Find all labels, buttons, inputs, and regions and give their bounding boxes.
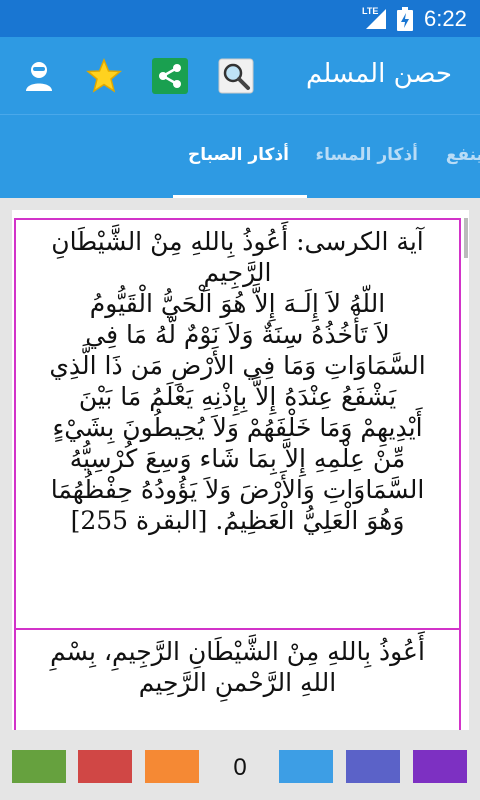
- share-icon: [152, 58, 188, 94]
- account-icon: [26, 62, 52, 91]
- star-icon: [86, 58, 122, 93]
- dhikr-line: أَعُوذُ بِاللهِ مِنْ الشَّيْطَانِ الرَّج…: [50, 637, 425, 666]
- dhikr-card[interactable]: آية الكرسى: أَعُوذُ بِاللهِ مِنْ الشَّيْ…: [14, 218, 461, 630]
- signal-icon: [366, 9, 386, 29]
- bottom-bar: 0: [0, 740, 480, 800]
- clock: 6:22: [424, 6, 467, 31]
- dhikr-line: مِّنْ عِلْمِهِ إِلاَّ بِمَا شَاء وَسِعَ …: [69, 444, 406, 473]
- dhikr-line: السَّمَاوَاتِ وَالأَرْضَ وَلاَ يَؤُودُهُ…: [50, 475, 425, 504]
- tab-morning-adhkar[interactable]: أذكار الصباح: [188, 145, 289, 165]
- dhikr-line: وَهُوَ الْعَلِيُّ الْعَظِيمُ. [البقرة 25…: [70, 506, 405, 535]
- tab-evening-adhkar[interactable]: أذكار المساء: [315, 145, 418, 165]
- search-button[interactable]: [217, 57, 255, 95]
- color-swatch-red[interactable]: [78, 750, 132, 783]
- dhikr-counter[interactable]: 0: [222, 754, 258, 782]
- share-button[interactable]: [151, 57, 189, 95]
- status-bar: LTE 6:22: [0, 0, 480, 37]
- color-swatch-green[interactable]: [12, 750, 66, 783]
- dhikr-line: اللّهُ لاَ إِلَـهَ إِلاَّ هُوَ الْحَيُّ …: [89, 289, 386, 318]
- search-icon: [218, 58, 254, 94]
- dhikr-line: السَّمَاوَاتِ وَمَا فِي الأَرْضِ مَن ذَا…: [49, 351, 426, 380]
- dhikr-line: آية الكرسى: أَعُوذُ بِاللهِ مِنْ الشَّيْ…: [51, 227, 424, 256]
- dhikr-line: اللهِ الرَّحْمنِ الرَّحِيم: [138, 668, 337, 697]
- adhkar-list[interactable]: آية الكرسى: أَعُوذُ بِاللهِ مِنْ الشَّيْ…: [12, 210, 469, 730]
- tab-more[interactable]: ينفع: [446, 145, 480, 165]
- dhikr-line: الرَّجِيمِ: [203, 258, 272, 287]
- color-swatch-orange[interactable]: [145, 750, 199, 783]
- dhikr-line: يَشْفَعُ عِنْدَهُ إِلاَّ بِإِذْنِهِ يَعْ…: [78, 382, 397, 411]
- dhikr-card[interactable]: أَعُوذُ بِاللهِ مِنْ الشَّيْطَانِ الرَّج…: [14, 628, 461, 730]
- color-swatch-indigo[interactable]: [346, 750, 400, 783]
- tab-bar: أذكار الصباح أذكار المساء ينفع: [0, 114, 480, 198]
- color-swatch-blue[interactable]: [279, 750, 333, 783]
- app-bar: حصن المسلم: [0, 37, 480, 114]
- active-tab-indicator: [173, 195, 307, 198]
- app-title: حصن المسلم: [306, 59, 452, 89]
- color-swatch-purple[interactable]: [413, 750, 467, 783]
- battery-charging-icon: [397, 7, 413, 31]
- dhikr-line: لاَ تَأْخُذُهُ سِنَةٌ وَلاَ نَوْمٌ لَّهُ…: [85, 320, 390, 349]
- dhikr-line: أَيْدِيهِمْ وَمَا خَلْفَهُمْ وَلاَ يُحِي…: [52, 413, 423, 442]
- account-button[interactable]: [20, 57, 58, 95]
- favorites-button[interactable]: [85, 57, 123, 95]
- scrollbar-thumb[interactable]: [464, 218, 468, 258]
